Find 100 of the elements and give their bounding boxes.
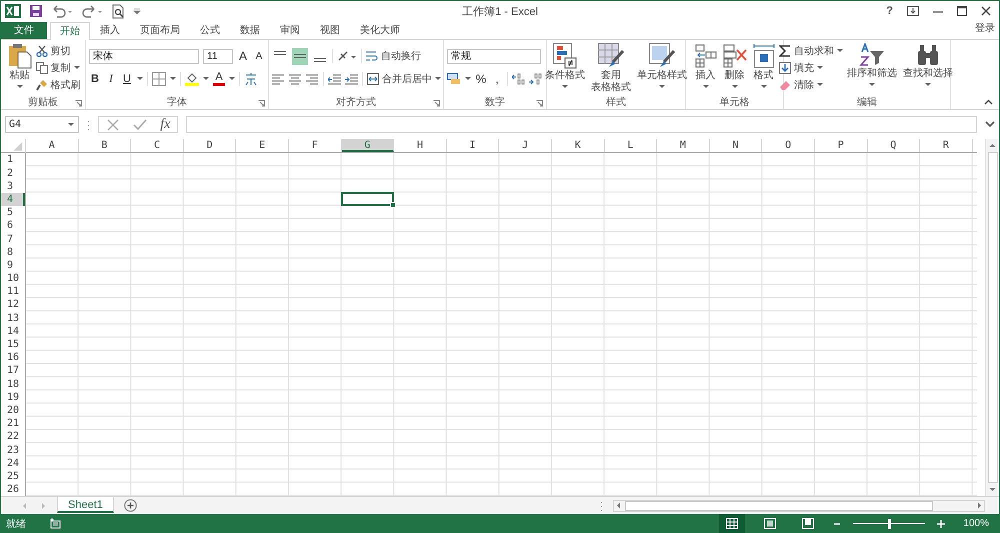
column-header[interactable]: L xyxy=(604,139,658,152)
name-box[interactable]: G4 xyxy=(5,116,79,133)
find-select-button[interactable]: 查找和选择 xyxy=(901,42,955,87)
column-header[interactable]: J xyxy=(499,139,552,152)
formula-input-field[interactable] xyxy=(186,116,977,133)
macro-record-icon[interactable] xyxy=(50,518,61,529)
font-color-button[interactable]: A xyxy=(213,72,225,86)
ribbon-tab[interactable]: 插入 xyxy=(90,22,130,39)
align-left-icon[interactable] xyxy=(272,73,285,86)
row-header[interactable]: 16 xyxy=(1,351,25,364)
column-header[interactable]: N xyxy=(710,139,762,152)
close-icon[interactable] xyxy=(981,6,991,16)
horizontal-scrollbar[interactable] xyxy=(613,500,985,512)
caret-icon[interactable] xyxy=(137,77,143,82)
cut-button[interactable]: 剪切 xyxy=(36,44,80,59)
row-header[interactable]: 22 xyxy=(1,430,25,444)
paste-button[interactable]: 粘贴 xyxy=(6,42,34,89)
row-header[interactable]: 18 xyxy=(1,378,25,391)
format-as-table-button[interactable]: 套用 表格格式 xyxy=(589,42,633,94)
font-size-field[interactable]: 11 xyxy=(203,48,233,64)
caret-icon[interactable] xyxy=(170,77,176,82)
print-preview-icon[interactable] xyxy=(111,4,125,19)
grow-font-button[interactable]: A xyxy=(237,48,249,64)
row-header[interactable]: 9 xyxy=(1,258,25,272)
vertical-align-button[interactable] xyxy=(292,48,308,65)
dialog-launcher-icon[interactable] xyxy=(433,100,440,107)
ribbon-tab[interactable]: 文件 xyxy=(1,22,47,39)
shrink-font-button[interactable]: A xyxy=(253,48,265,64)
row-header[interactable]: 3 xyxy=(1,180,25,193)
help-button[interactable]: ? xyxy=(886,5,893,18)
ribbon-tab[interactable]: 公式 xyxy=(190,22,230,39)
increase-indent-icon[interactable] xyxy=(345,73,358,86)
row-header[interactable]: 7 xyxy=(1,232,25,246)
column-header[interactable]: D xyxy=(184,139,236,152)
phonetic-guide-icon[interactable] xyxy=(244,72,258,86)
row-header[interactable]: 20 xyxy=(1,404,25,418)
row-header[interactable]: 12 xyxy=(1,298,25,312)
wrap-text-button[interactable]: 自动换行 xyxy=(366,48,421,64)
collapse-ribbon-icon[interactable] xyxy=(984,98,993,105)
ribbon-tab[interactable]: 数据 xyxy=(230,22,270,39)
expand-formula-icon[interactable] xyxy=(985,121,995,128)
row-header[interactable]: 2 xyxy=(1,166,25,180)
italic-button[interactable]: I xyxy=(105,72,117,87)
fill-button[interactable]: 填充 xyxy=(779,60,843,76)
borders-icon[interactable] xyxy=(152,72,166,86)
number-format-field[interactable]: 常规 xyxy=(447,48,541,64)
delete-cells-button[interactable]: 删除 xyxy=(720,42,748,89)
ribbon-tab[interactable]: 页面布局 xyxy=(130,22,190,39)
caret-icon[interactable] xyxy=(229,77,235,82)
zoom-in-icon[interactable] xyxy=(937,520,946,528)
decrease-decimal-icon[interactable] xyxy=(529,73,542,86)
sheet-tab[interactable]: Sheet1 xyxy=(57,497,114,514)
row-header[interactable]: 23 xyxy=(1,444,25,457)
insert-cells-button[interactable]: 插入 xyxy=(692,42,718,89)
dialog-launcher-icon[interactable] xyxy=(536,100,543,107)
row-header[interactable]: 26 xyxy=(1,483,25,496)
column-header[interactable]: A xyxy=(26,139,79,152)
active-cell[interactable] xyxy=(340,192,394,206)
percent-button[interactable]: % xyxy=(475,72,487,87)
column-header[interactable]: I xyxy=(446,139,500,152)
accounting-format-icon[interactable] xyxy=(447,73,461,86)
scroll-right-icon[interactable] xyxy=(975,501,984,510)
vertical-scrollbar[interactable] xyxy=(985,139,999,496)
row-header[interactable]: 15 xyxy=(1,338,25,352)
dialog-launcher-icon[interactable] xyxy=(258,100,265,107)
decrease-indent-icon[interactable] xyxy=(328,73,341,86)
align-right-icon[interactable] xyxy=(306,73,319,86)
comma-button[interactable]: , xyxy=(491,72,503,87)
column-header[interactable]: Q xyxy=(868,139,920,152)
ribbon-display-icon[interactable] xyxy=(907,6,919,16)
insert-function-button[interactable]: fx xyxy=(160,117,170,132)
merge-center-button[interactable]: 合并后居中 xyxy=(367,72,441,87)
copy-button[interactable]: 复制 xyxy=(36,60,80,76)
row-header[interactable]: 10 xyxy=(1,272,25,286)
font-name-field[interactable]: 宋体 xyxy=(89,48,199,64)
ribbon-tab[interactable]: 开始 xyxy=(50,22,90,40)
ribbon-tab[interactable]: 视图 xyxy=(310,22,350,39)
column-header[interactable]: M xyxy=(657,139,710,152)
column-header[interactable]: E xyxy=(236,139,289,152)
align-center-icon[interactable] xyxy=(289,73,302,86)
column-header[interactable]: K xyxy=(552,139,605,152)
column-header[interactable]: G xyxy=(342,139,394,152)
ribbon-tab[interactable]: 审阅 xyxy=(270,22,310,39)
customize-caret-icon[interactable] xyxy=(133,6,141,16)
sign-in-link[interactable]: 登录 xyxy=(971,20,999,39)
save-icon[interactable] xyxy=(29,4,43,18)
caret-icon[interactable] xyxy=(465,77,471,82)
redo-icon[interactable] xyxy=(81,4,103,18)
undo-icon[interactable] xyxy=(51,4,73,18)
column-header[interactable]: R xyxy=(920,139,973,152)
column-header[interactable]: H xyxy=(394,139,447,152)
row-header[interactable]: 24 xyxy=(1,456,25,470)
format-cells-button[interactable]: 格式 xyxy=(750,42,776,89)
row-header[interactable]: 4 xyxy=(1,192,25,206)
autosum-button[interactable]: 自动求和 xyxy=(779,44,843,59)
row-header[interactable]: 25 xyxy=(1,470,25,484)
row-header[interactable]: 19 xyxy=(1,390,25,404)
format-painter-button[interactable]: 格式刷 xyxy=(36,78,80,93)
zoom-level[interactable]: 100% xyxy=(963,518,989,529)
increase-decimal-icon[interactable] xyxy=(512,73,525,86)
